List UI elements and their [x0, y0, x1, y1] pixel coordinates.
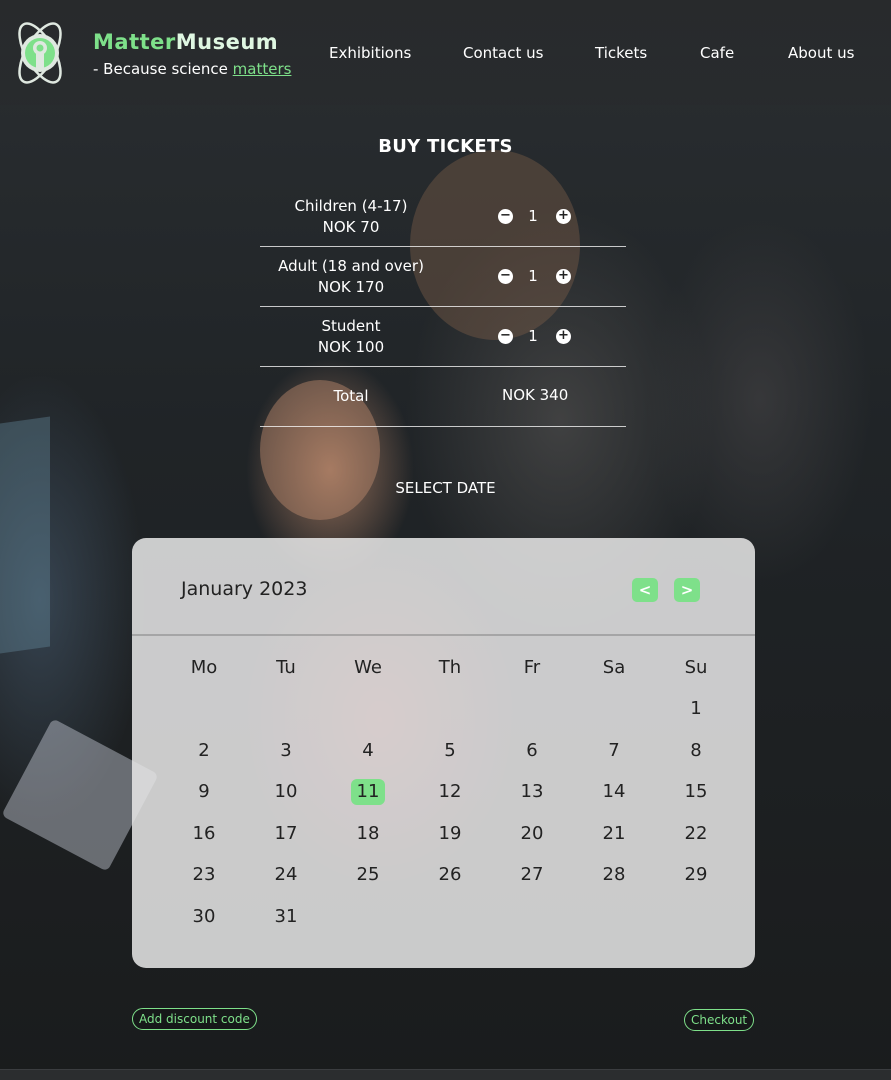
ticket-name: Adult (18 and over)	[278, 257, 424, 275]
prev-month-button[interactable]: <	[632, 578, 658, 602]
calendar-day[interactable]: 3	[269, 738, 303, 764]
calendar-day[interactable]: 20	[515, 821, 549, 847]
plus-button[interactable]: +	[556, 329, 571, 344]
ticket-price: NOK 70	[322, 218, 380, 236]
calendar-day[interactable]: 4	[351, 738, 385, 764]
ticket-total-row: Total NOK 340	[260, 376, 626, 427]
calendar-day[interactable]: 18	[351, 821, 385, 847]
calendar-day[interactable]: 14	[597, 779, 631, 805]
calendar-day[interactable]: 13	[515, 779, 549, 805]
calendar-day[interactable]: 1	[679, 696, 713, 722]
buy-tickets-title: BUY TICKETS	[378, 136, 513, 157]
calendar-day[interactable]: 17	[269, 821, 303, 847]
weekday-header: We	[354, 657, 382, 678]
calendar-day[interactable]: 24	[269, 862, 303, 888]
calendar-day[interactable]: 5	[433, 738, 467, 764]
date-picker-calendar: January 2023 < > Mo Tu We Th Fr Sa Su 1 2 3 4 5 6 7 8 9…	[132, 538, 755, 968]
plus-button[interactable]: +	[556, 209, 571, 224]
calendar-day[interactable]: 26	[433, 862, 467, 888]
calendar-day-selected[interactable]: 11	[351, 779, 385, 805]
tagline-prefix: - Because science	[93, 60, 233, 78]
exhibit-screen-left	[0, 416, 50, 654]
ticket-label: Adult (18 and over) NOK 170	[260, 256, 442, 298]
minus-button[interactable]: −	[498, 209, 513, 224]
calendar-day[interactable]: 19	[433, 821, 467, 847]
nav-exhibitions[interactable]: Exhibitions	[329, 44, 411, 62]
page-bottom-bar	[0, 1069, 891, 1080]
calendar-day[interactable]: 9	[187, 779, 221, 805]
calendar-day[interactable]: 25	[351, 862, 385, 888]
ticket-name: Children (4-17)	[294, 197, 408, 215]
calendar-day[interactable]: 27	[515, 862, 549, 888]
atom-logo-icon[interactable]	[4, 14, 76, 92]
calendar-day[interactable]: 16	[187, 821, 221, 847]
calendar-day[interactable]: 7	[597, 738, 631, 764]
ticket-row-children: Children (4-17) NOK 70 − 1 +	[260, 196, 626, 247]
weekday-header: Su	[684, 657, 708, 678]
ticket-name: Student	[321, 317, 381, 335]
nav-about-us[interactable]: About us	[788, 44, 854, 62]
calendar-day[interactable]: 15	[679, 779, 713, 805]
site-header: MatterMuseum - Because science matters E…	[0, 0, 891, 105]
minus-button[interactable]: −	[498, 269, 513, 284]
ticket-price: NOK 100	[317, 338, 385, 356]
quantity-value: 1	[528, 207, 538, 225]
quantity-stepper: − 1 +	[498, 267, 571, 287]
weekday-header: Mo	[190, 657, 218, 678]
calendar-day[interactable]: 30	[187, 904, 221, 930]
weekday-header: Sa	[602, 657, 626, 678]
calendar-day[interactable]: 2	[187, 738, 221, 764]
quantity-stepper: − 1 +	[498, 207, 571, 227]
quantity-value: 1	[528, 327, 538, 345]
ticket-label: Student NOK 100	[260, 316, 442, 358]
brand-matter: Matter	[93, 30, 176, 54]
weekday-header: Th	[438, 657, 462, 678]
plus-button[interactable]: +	[556, 269, 571, 284]
tagline: - Because science matters	[93, 60, 291, 78]
ticket-row-adult: Adult (18 and over) NOK 170 − 1 +	[260, 256, 626, 307]
calendar-day[interactable]: 10	[269, 779, 303, 805]
calendar-day[interactable]: 12	[433, 779, 467, 805]
next-month-button[interactable]: >	[674, 578, 700, 602]
calendar-day[interactable]: 28	[597, 862, 631, 888]
weekday-header: Fr	[523, 657, 541, 678]
minus-button[interactable]: −	[498, 329, 513, 344]
calendar-day[interactable]: 29	[679, 862, 713, 888]
calendar-day[interactable]: 8	[679, 738, 713, 764]
ticket-row-student: Student NOK 100 − 1 +	[260, 316, 626, 367]
calendar-day[interactable]: 23	[187, 862, 221, 888]
total-label: Total	[333, 387, 369, 405]
calendar-divider	[132, 634, 755, 636]
total-value: NOK 340	[502, 386, 569, 404]
quantity-value: 1	[528, 267, 538, 285]
calendar-day[interactable]: 21	[597, 821, 631, 847]
calendar-day[interactable]: 31	[269, 904, 303, 930]
brand-museum: Museum	[175, 30, 279, 54]
calendar-month-title: January 2023	[181, 578, 308, 600]
nav-tickets[interactable]: Tickets	[595, 44, 647, 62]
calendar-day[interactable]: 6	[515, 738, 549, 764]
add-discount-code-button[interactable]: Add discount code	[132, 1008, 257, 1030]
quantity-stepper: − 1 +	[498, 327, 571, 347]
checkout-button[interactable]: Checkout	[684, 1009, 755, 1031]
nav-contact-us[interactable]: Contact us	[463, 44, 543, 62]
tagline-highlight: matters	[232, 60, 292, 78]
calendar-day[interactable]: 22	[679, 821, 713, 847]
weekday-header: Tu	[276, 657, 296, 678]
ticket-label: Children (4-17) NOK 70	[260, 196, 442, 238]
select-date-heading: SELECT DATE	[395, 479, 496, 497]
ticket-price: NOK 170	[317, 278, 385, 296]
brand-name[interactable]: MatterMuseum	[93, 30, 278, 54]
nav-cafe[interactable]: Cafe	[700, 44, 734, 62]
